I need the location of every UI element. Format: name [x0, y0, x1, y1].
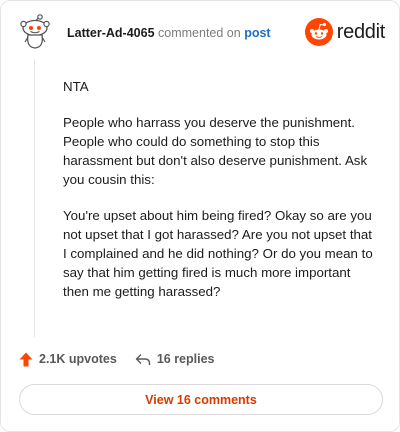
view-comments-button[interactable]: View 16 comments [19, 384, 383, 415]
commented-on-label: commented on [158, 26, 241, 40]
author-name[interactable]: Latter-Ad-4065 [67, 26, 155, 40]
comment-header: Latter-Ad-4065 commented on post reddit [15, 13, 385, 53]
thread-line[interactable] [34, 59, 35, 337]
upvote-count: 2.1K upvotes [39, 352, 117, 366]
reddit-wordmark: reddit [336, 20, 386, 43]
reddit-brand[interactable]: reddit [304, 18, 386, 46]
comment-card: Latter-Ad-4065 commented on post reddit [0, 0, 400, 432]
upvote-arrow-icon [19, 352, 33, 367]
post-link[interactable]: post [244, 26, 270, 40]
replies-count: 16 replies [156, 352, 215, 366]
comment-body: NTA People who harrass you deserve the p… [63, 77, 378, 318]
comment-paragraph: People who harrass you deserve the punis… [63, 115, 368, 187]
reddit-logo-icon [304, 18, 333, 46]
comment-paragraph: You're upset about him being fired? Okay… [63, 208, 373, 299]
comment-actions: 2.1K upvotes 16 replies [19, 350, 215, 368]
comment-paragraph: NTA [63, 79, 89, 94]
author-line: Latter-Ad-4065 commented on post [67, 26, 271, 40]
snoo-avatar-icon[interactable] [15, 13, 55, 53]
reply-arrow-icon [135, 353, 151, 366]
replies-button[interactable]: 16 replies [135, 352, 215, 366]
upvote-button[interactable]: 2.1K upvotes [19, 352, 117, 367]
